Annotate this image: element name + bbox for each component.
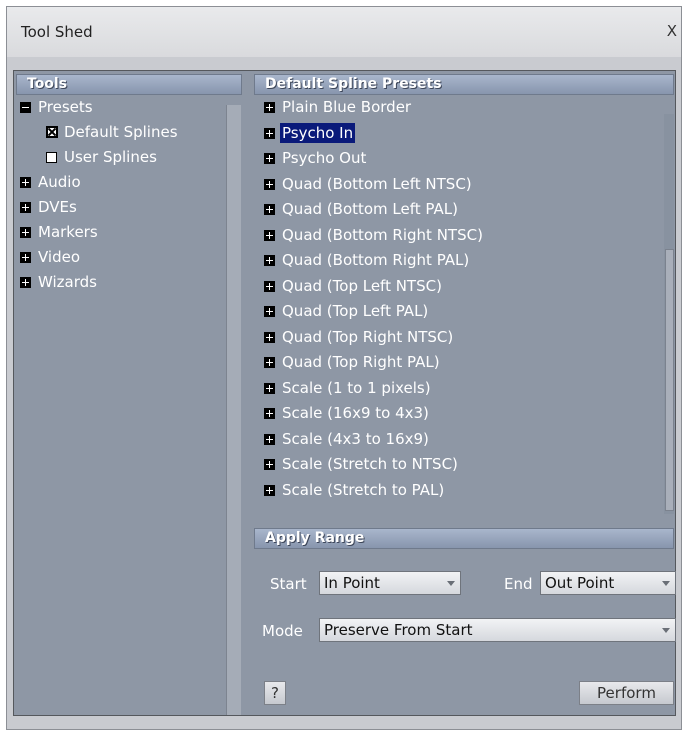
preset-item[interactable]: Psycho In [259, 121, 649, 147]
preset-item[interactable]: Quad (Bottom Right PAL) [259, 248, 649, 274]
tools-item-label: Video [38, 248, 81, 266]
preset-item[interactable]: Scale (16x9 to 4x3) [259, 401, 649, 427]
presets-header: Default Spline Presets [254, 74, 674, 95]
start-label: Start [270, 575, 307, 593]
preset-item-label: Psycho In [280, 122, 356, 143]
end-label: End [504, 575, 533, 593]
preset-item[interactable]: Quad (Top Left PAL) [259, 299, 649, 325]
preset-item-label: Scale (Stretch to NTSC) [282, 455, 458, 473]
expand-icon[interactable] [20, 227, 31, 238]
preset-item[interactable]: Scale (Stretch to NTSC) [259, 452, 649, 478]
preset-item[interactable]: Quad (Bottom Right NTSC) [259, 223, 649, 249]
preset-item[interactable]: Quad (Bottom Left NTSC) [259, 172, 649, 198]
start-select-value: In Point [324, 574, 380, 592]
title-bar[interactable]: Tool Shed X [7, 7, 681, 57]
tool-shed-client: Tools Presets Default Splines User Splines… [13, 70, 676, 716]
chevron-down-icon [662, 581, 670, 586]
tools-scrollbar[interactable] [226, 105, 241, 715]
close-button[interactable]: X [667, 22, 677, 40]
preset-item-label: Plain Blue Border [282, 98, 412, 116]
expand-icon[interactable] [264, 102, 275, 113]
expand-icon[interactable] [264, 153, 275, 164]
chevron-down-icon [662, 628, 670, 633]
expand-icon[interactable] [264, 331, 275, 343]
preset-item[interactable]: Scale (Stretch to PAL) [259, 478, 649, 504]
tools-item[interactable]: User Splines [18, 145, 218, 170]
expand-icon[interactable] [20, 277, 31, 288]
presets-scrollbar-thumb[interactable] [665, 249, 674, 511]
preset-item-label: Quad (Bottom Left NTSC) [282, 174, 472, 193]
preset-item-label: Psycho Out [282, 149, 367, 167]
preset-item-label: Scale (4x3 to 16x9) [282, 429, 429, 448]
tools-item-label: User Splines [64, 148, 157, 166]
expand-icon[interactable] [20, 252, 31, 263]
help-button[interactable]: ? [264, 681, 286, 705]
tools-item-label: Presets [38, 98, 93, 116]
expand-icon[interactable] [264, 229, 275, 241]
preset-item[interactable]: Quad (Top Right NTSC) [259, 325, 649, 351]
preset-item-label: Quad (Bottom Right PAL) [282, 251, 470, 269]
end-select[interactable]: Out Point [540, 571, 676, 595]
tools-item-label: DVEs [38, 198, 77, 216]
preset-item-label: Scale (1 to 1 pixels) [282, 378, 431, 397]
tools-item-label: Audio [38, 173, 81, 191]
mode-label: Mode [262, 622, 303, 640]
expand-icon[interactable] [20, 177, 31, 188]
perform-button[interactable]: Perform [579, 681, 674, 705]
window-title: Tool Shed [21, 23, 93, 41]
preset-item-label: Quad (Top Right PAL) [282, 353, 440, 371]
tools-item[interactable]: Presets [18, 95, 218, 120]
tools-item[interactable]: Video [18, 245, 218, 270]
tools-item[interactable]: Wizards [18, 270, 218, 295]
expand-icon[interactable] [264, 408, 275, 419]
tools-item-label: Markers [38, 223, 98, 241]
tools-item[interactable]: DVEs [18, 195, 218, 220]
expand-icon[interactable] [264, 433, 275, 445]
expand-icon[interactable] [264, 484, 275, 496]
mode-select-value: Preserve From Start [324, 621, 473, 639]
tools-item[interactable]: Audio [18, 170, 218, 195]
preset-item[interactable]: Psycho Out [259, 146, 649, 172]
preset-item[interactable]: Scale (4x3 to 16x9) [259, 427, 649, 453]
expand-icon[interactable] [264, 280, 275, 292]
apply-range-header: Apply Range [254, 528, 674, 549]
tools-tree: Presets Default Splines User Splines Audio D… [18, 95, 218, 295]
preset-item[interactable]: Scale (1 to 1 pixels) [259, 376, 649, 402]
expand-icon[interactable] [264, 382, 275, 394]
expand-icon[interactable] [264, 204, 275, 215]
tool-shed-window: Tool Shed X Tools Presets Default Splines… [6, 6, 682, 730]
collapse-icon[interactable] [20, 102, 31, 113]
tools-item-label: Wizards [38, 273, 97, 291]
expand-icon[interactable] [264, 255, 275, 266]
tools-item-label: Default Splines [64, 123, 178, 141]
preset-item-label: Scale (Stretch to PAL) [282, 480, 445, 499]
preset-item[interactable]: Quad (Top Right PAL) [259, 350, 649, 376]
checkbox-unchecked-icon[interactable] [46, 152, 57, 163]
preset-item[interactable]: Quad (Top Left NTSC) [259, 274, 649, 300]
preset-item-label: Quad (Bottom Right NTSC) [282, 225, 483, 244]
end-select-value: Out Point [545, 574, 615, 592]
presets-list: Plain Blue Border Psycho In Psycho Out Quad… [259, 95, 649, 503]
expand-icon[interactable] [264, 306, 275, 317]
expand-icon[interactable] [264, 459, 275, 470]
expand-icon[interactable] [264, 178, 275, 190]
tools-item[interactable]: Markers [18, 220, 218, 245]
preset-item[interactable]: Quad (Bottom Left PAL) [259, 197, 649, 223]
tools-header: Tools [16, 74, 242, 95]
preset-item-label: Quad (Top Left PAL) [282, 302, 429, 320]
preset-item-label: Quad (Top Left NTSC) [282, 276, 442, 295]
preset-item-label: Quad (Bottom Left PAL) [282, 200, 458, 218]
checkbox-checked-icon[interactable] [46, 126, 58, 138]
preset-item[interactable]: Plain Blue Border [259, 95, 649, 121]
start-select[interactable]: In Point [319, 571, 461, 595]
chevron-down-icon [447, 581, 455, 586]
mode-select[interactable]: Preserve From Start [319, 618, 676, 642]
preset-item-label: Quad (Top Right NTSC) [282, 327, 454, 346]
expand-icon[interactable] [264, 357, 275, 368]
expand-icon[interactable] [20, 202, 31, 213]
preset-item-label: Scale (16x9 to 4x3) [282, 404, 429, 422]
expand-icon[interactable] [264, 127, 275, 139]
tools-item[interactable]: Default Splines [18, 120, 218, 145]
